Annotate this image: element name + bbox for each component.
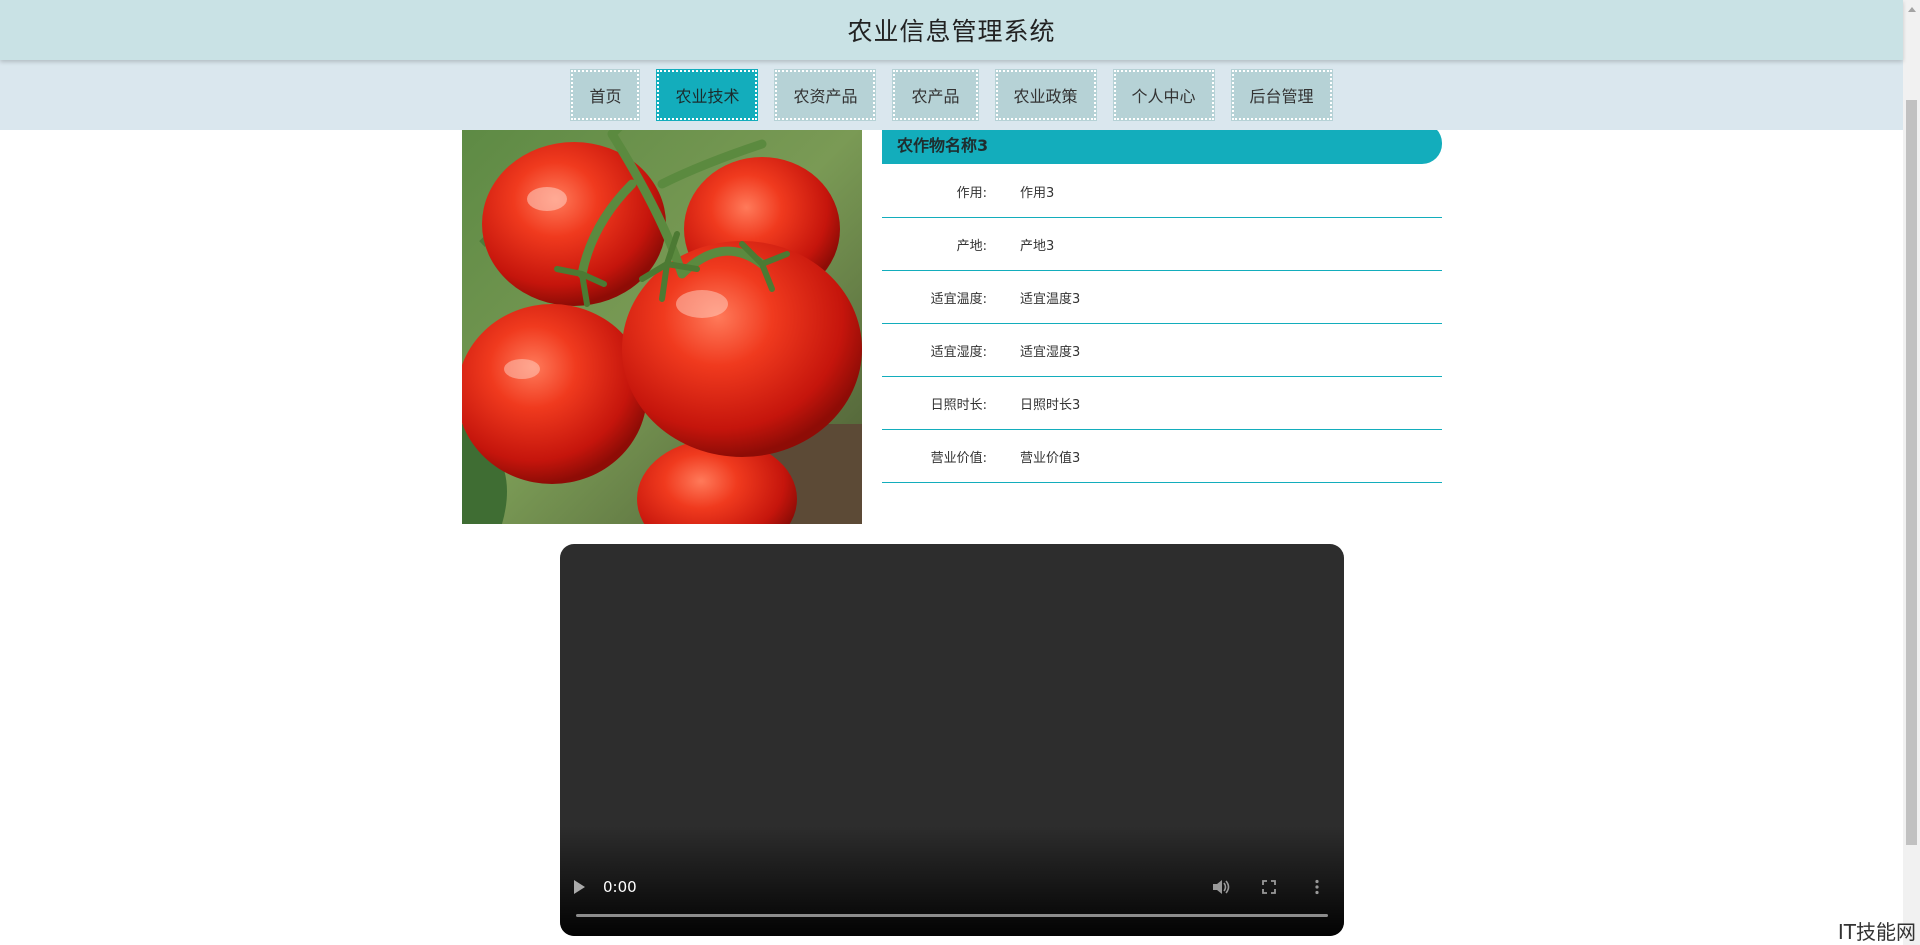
nav-item-agri-policy[interactable]: 农业政策 — [995, 70, 1096, 120]
nav-item-home[interactable]: 首页 — [571, 70, 640, 120]
nav-item-label: 农业政策 — [1013, 87, 1078, 106]
detail-row-temperature: 适宜温度: 适宜温度3 — [882, 271, 1442, 324]
play-icon[interactable] — [574, 880, 585, 894]
detail-label: 日照时长: — [930, 397, 987, 413]
detail-label: 作用: — [956, 185, 987, 201]
nav-item-label: 后台管理 — [1249, 87, 1314, 106]
scroll-up-icon[interactable] — [1903, 0, 1920, 17]
detail-label: 适宜湿度: — [930, 344, 987, 360]
volume-icon[interactable] — [1208, 876, 1234, 898]
nav-item-label: 个人中心 — [1131, 87, 1196, 106]
detail-value: 适宜湿度3 — [1020, 344, 1081, 360]
detail-row-origin: 产地: 产地3 — [882, 218, 1442, 271]
tomato-image — [462, 124, 862, 524]
video-player[interactable]: 0:00 — [560, 544, 1344, 936]
video-controls: 0:00 — [560, 872, 1344, 902]
detail-value: 营业价值3 — [1020, 450, 1081, 466]
nav-item-agri-tech[interactable]: 农业技术 — [657, 70, 758, 120]
detail-value: 产地3 — [1020, 238, 1055, 254]
nav-item-agri-supplies[interactable]: 农资产品 — [775, 70, 876, 120]
crop-image — [462, 124, 862, 524]
nav-item-label: 农业技术 — [675, 87, 740, 106]
detail-row-humidity: 适宜湿度: 适宜湿度3 — [882, 324, 1442, 377]
detail-label: 适宜温度: — [930, 291, 987, 307]
detail-row-sunlight: 日照时长: 日照时长3 — [882, 377, 1442, 430]
detail-row-business-value: 营业价值: 营业价值3 — [882, 430, 1442, 483]
site-title: 农业信息管理系统 — [847, 17, 1056, 46]
site-header: 农业信息管理系统 — [0, 0, 1903, 60]
watermark: IT技能网 — [1837, 920, 1916, 944]
more-options-icon[interactable] — [1304, 876, 1330, 898]
nav-item-agri-products[interactable]: 农产品 — [893, 70, 978, 120]
crop-detail-panel: 农作物名称3 作用: 作用3 产地: 产地3 适宜温度: 适宜温度3 适宜湿度:… — [882, 123, 1442, 483]
detail-label: 营业价值: — [930, 450, 987, 466]
page-scrollbar[interactable] — [1903, 0, 1920, 945]
detail-label: 产地: — [956, 238, 987, 254]
nav-item-user-center[interactable]: 个人中心 — [1113, 70, 1214, 120]
nav-item-label: 农产品 — [911, 87, 960, 106]
detail-value: 适宜温度3 — [1020, 291, 1081, 307]
detail-row-function: 作用: 作用3 — [882, 165, 1442, 218]
nav-item-admin[interactable]: 后台管理 — [1231, 70, 1332, 120]
detail-value: 日照时长3 — [1020, 397, 1081, 413]
nav-item-label: 农资产品 — [793, 87, 858, 106]
main-nav: 首页 农业技术 农资产品 农产品 农业政策 个人中心 后台管理 — [0, 60, 1903, 130]
nav-item-label: 首页 — [589, 87, 622, 106]
page: 农业信息管理系统 首页 农业技术 农资产品 农产品 农业政策 个人中心 后台管理 — [0, 0, 1920, 945]
detail-value: 作用3 — [1020, 185, 1055, 201]
video-time: 0:00 — [603, 878, 637, 896]
scrollbar-thumb[interactable] — [1906, 100, 1917, 845]
video-progress-bar[interactable] — [576, 914, 1328, 917]
fullscreen-icon[interactable] — [1256, 876, 1282, 898]
